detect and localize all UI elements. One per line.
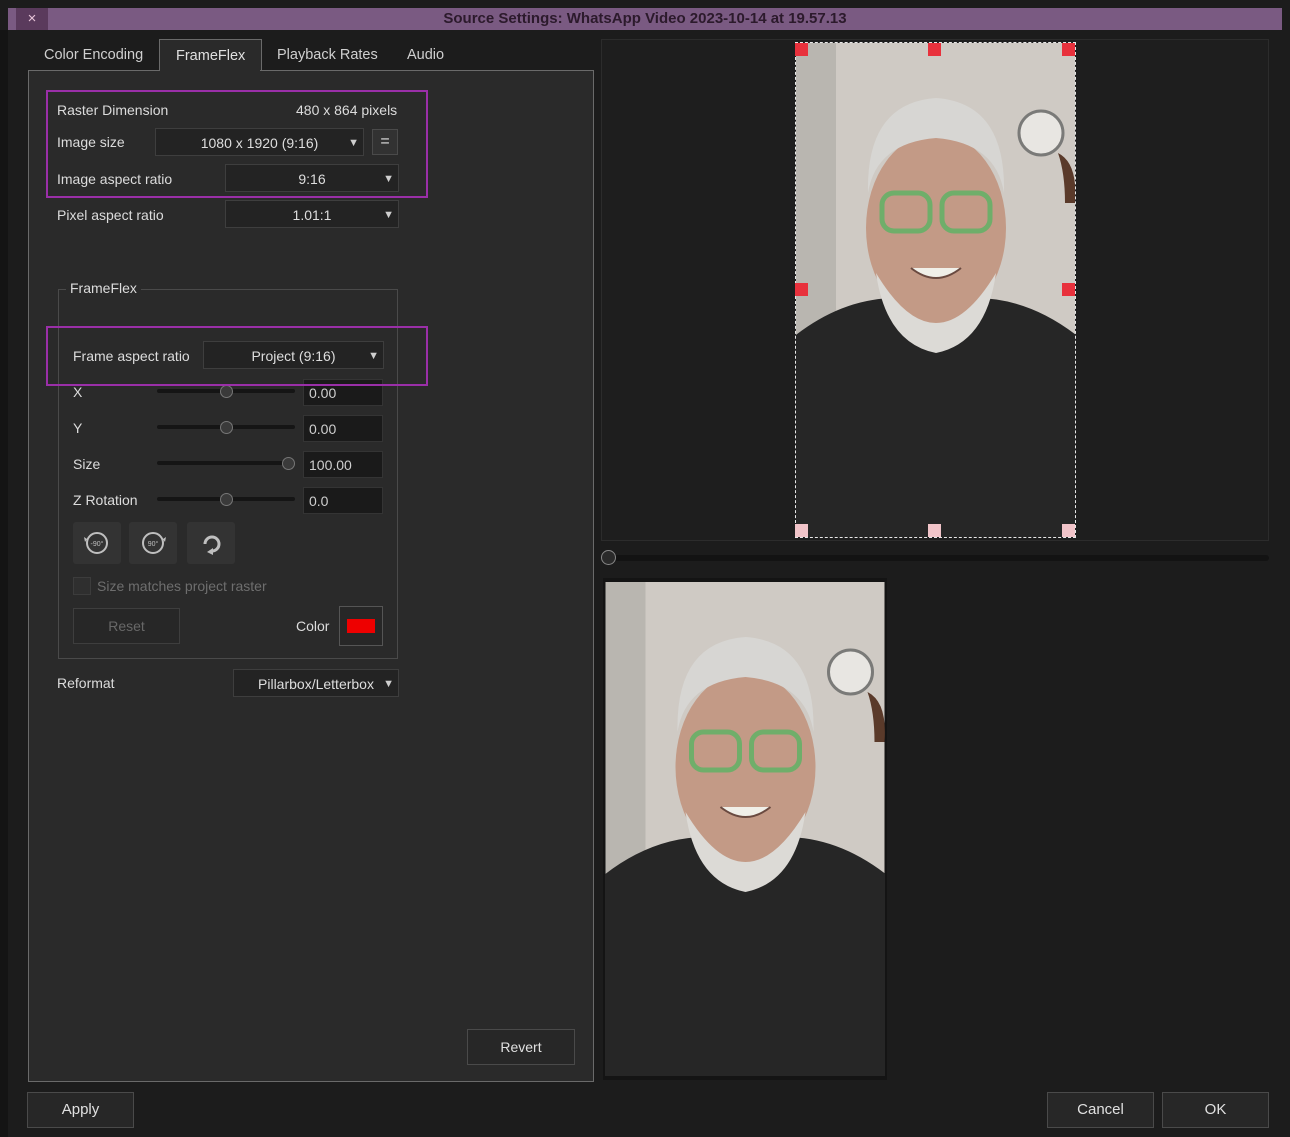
size-matches-checkbox[interactable]	[73, 577, 91, 595]
color-label: Color	[296, 618, 330, 634]
active-tab-join	[160, 69, 260, 72]
flip-button[interactable]	[187, 522, 235, 564]
tab-audio[interactable]: Audio	[391, 40, 460, 70]
pixel-aspect-dropdown[interactable]: 1.01:1 ▼	[225, 200, 399, 228]
tab-playback-rates[interactable]: Playback Rates	[261, 40, 394, 70]
chevron-down-icon: ▼	[383, 678, 394, 690]
size-matches-label: Size matches project raster	[97, 578, 267, 594]
y-label: Y	[73, 420, 83, 436]
crop-frame-outline	[795, 42, 1076, 538]
pixel-aspect-value: 1.01:1	[292, 207, 332, 223]
size-slider-track[interactable]	[157, 461, 295, 465]
rotate-left-button[interactable]: -90°	[73, 522, 121, 564]
window-title: Source Settings: WhatsApp Video 2023-10-…	[443, 10, 847, 27]
revert-button[interactable]: Revert	[467, 1029, 575, 1065]
rotate-right-button[interactable]: 90°	[129, 522, 177, 564]
size-label: Size	[73, 456, 101, 472]
crop-handle-top[interactable]	[928, 43, 941, 56]
y-value-field[interactable]: 0.00	[303, 415, 383, 442]
rotate-right-text: 90°	[148, 540, 159, 548]
crop-handle-top-right[interactable]	[1062, 43, 1075, 56]
output-preview-frame	[605, 582, 885, 1076]
timeline-scrubber-track[interactable]	[603, 555, 1269, 561]
reset-button[interactable]: Reset	[73, 608, 180, 644]
ok-button[interactable]: OK	[1162, 1092, 1269, 1128]
highlight-box-raster	[46, 90, 428, 198]
crop-handle-left[interactable]	[795, 283, 808, 296]
crop-handle-bottom[interactable]	[928, 524, 941, 537]
crop-handle-bottom-left[interactable]	[795, 524, 808, 537]
rotate-right-icon: 90°	[142, 532, 166, 554]
tab-frameflex[interactable]: FrameFlex	[159, 39, 263, 72]
z-rotation-label: Z Rotation	[73, 492, 138, 508]
y-slider-handle[interactable]	[220, 421, 233, 434]
pixel-aspect-label: Pixel aspect ratio	[57, 207, 164, 223]
z-rotation-value-field[interactable]: 0.0	[303, 487, 383, 514]
tab-color-encoding[interactable]: Color Encoding	[28, 40, 159, 70]
z-rotation-slider-handle[interactable]	[220, 493, 233, 506]
person-photo-preview-image	[605, 582, 885, 1076]
apply-button[interactable]: Apply	[27, 1092, 134, 1128]
frameflex-group-label: FrameFlex	[66, 280, 141, 296]
crop-handle-right[interactable]	[1062, 283, 1075, 296]
x-label: X	[73, 384, 83, 400]
reformat-value: Pillarbox/Letterbox	[258, 676, 374, 692]
size-slider-handle[interactable]	[282, 457, 296, 470]
color-swatch	[347, 619, 375, 633]
chevron-down-icon: ▼	[383, 209, 394, 221]
color-swatch-button[interactable]	[339, 606, 383, 646]
flip-icon	[203, 535, 221, 555]
rotate-left-text: -90°	[91, 540, 104, 548]
highlight-box-frame-aspect	[46, 326, 428, 386]
timeline-scrubber-handle[interactable]	[601, 550, 616, 565]
x-slider-handle[interactable]	[220, 385, 233, 398]
rotate-left-icon: -90°	[84, 532, 108, 554]
size-value-field[interactable]: 100.00	[303, 451, 383, 478]
background-edge	[0, 30, 8, 1137]
reformat-dropdown[interactable]: Pillarbox/Letterbox ▼	[233, 669, 399, 697]
reformat-label: Reformat	[57, 675, 115, 691]
crop-handle-bottom-right[interactable]	[1062, 524, 1075, 537]
cancel-button[interactable]: Cancel	[1047, 1092, 1154, 1128]
crop-handle-top-left[interactable]	[795, 43, 808, 56]
